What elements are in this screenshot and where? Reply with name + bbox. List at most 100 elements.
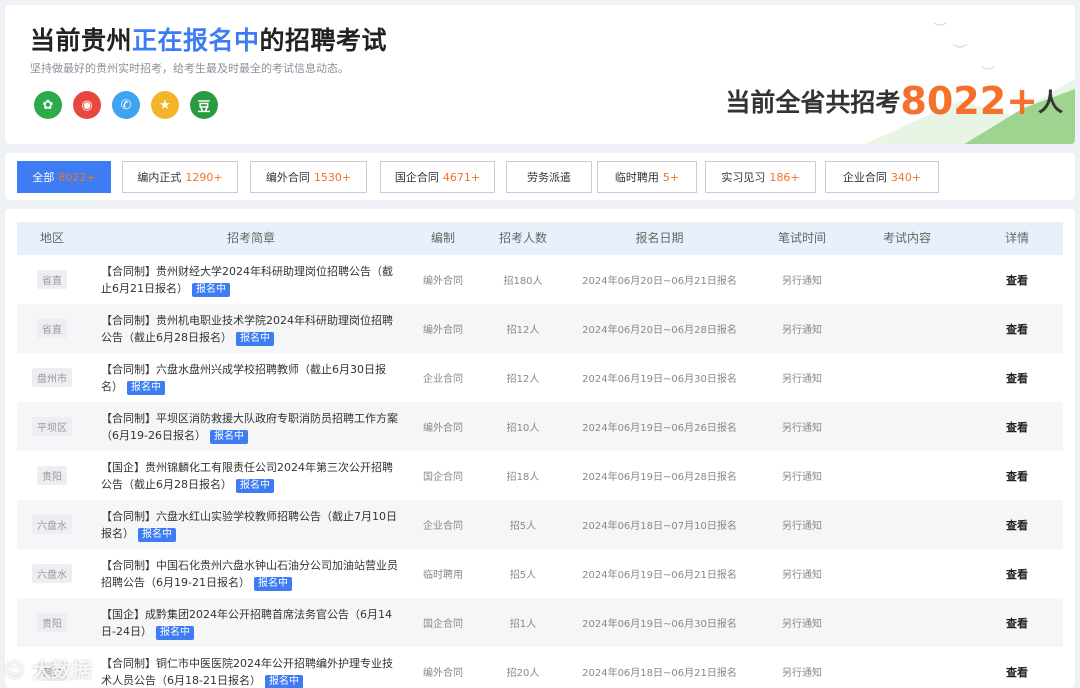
tab-filter[interactable]: 编外合同 1530+: [250, 161, 367, 193]
title-cell: 【合同制】铜仁市中医医院2024年公开招聘编外护理专业技术人员公告（6月18-2…: [101, 647, 401, 688]
contract-type-cell: 临时聘用: [417, 549, 469, 598]
column-header: 考试内容: [882, 231, 931, 245]
view-details-link[interactable]: 查看: [1006, 321, 1028, 337]
recruitment-table: 地区 招考简章 编制 招考人数 报名日期 笔试时间 考试内容 详情 省直 【合同制】贵州财经大学…: [5, 209, 1075, 688]
wechat-icon[interactable]: ✿: [34, 91, 62, 119]
table-row[interactable]: 省直 【合同制】贵州机电职业技术学院2024年科研助理岗位招聘公告（截止6月28日…: [17, 304, 1063, 353]
contract-type-cell: 国企合同: [417, 451, 469, 500]
tab-filter[interactable]: 实习见习 186+: [705, 161, 816, 193]
exam-time-cell: 另行通知: [757, 549, 847, 598]
table-row[interactable]: 六盘水 【合同制】中国石化贵州六盘水钟山石油分公司加油站营业员招聘公告（6月19-…: [17, 549, 1063, 598]
headcount-cell: 招12人: [487, 353, 559, 402]
headcount: 招18人: [506, 472, 540, 483]
contract-type-cell: 编外合同: [417, 647, 469, 688]
status-badge: 报名中: [155, 625, 194, 640]
tab-filter[interactable]: 编内正式 1290+: [122, 161, 238, 193]
listing-title-link[interactable]: 【合同制】铜仁市中医医院2024年公开招聘编外护理专业技术人员公告（6月18-2…: [101, 657, 393, 687]
column-header: 地区: [39, 231, 64, 245]
favorite-icon[interactable]: ★: [151, 91, 179, 119]
headcount: 招5人: [509, 570, 537, 581]
tab-count: 5+: [662, 170, 680, 184]
table-row[interactable]: 六盘水 【合同制】六盘水红山实验学校教师招聘公告（截止7月10日报名） 报名中 企业合…: [17, 500, 1063, 549]
exam-time: 另行通知: [782, 521, 822, 532]
headcount-cell: 招5人: [487, 500, 559, 549]
qq-icon[interactable]: ✆: [112, 91, 140, 119]
tab-filter[interactable]: 国企合同 4671+: [380, 161, 495, 193]
view-details-link[interactable]: 查看: [1006, 664, 1028, 680]
table-row[interactable]: 盘州市 【合同制】六盘水盘州兴成学校招聘教师（截止6月30日报名） 报名中 企业合同 招…: [17, 353, 1063, 402]
total-suffix: 人: [1037, 88, 1063, 117]
region-tag: 贵阳: [37, 466, 67, 485]
headcount: 招10人: [506, 423, 540, 434]
total-prefix: 当前全省共招考: [725, 88, 901, 117]
view-details-link[interactable]: 查看: [1006, 615, 1028, 631]
tab-filter[interactable]: 企业合同 340+: [825, 161, 939, 193]
tab-filter[interactable]: 临时聘用 5+: [597, 161, 697, 193]
headcount-cell: 招12人: [487, 304, 559, 353]
exam-time: 另行通知: [782, 276, 822, 287]
view-details-link[interactable]: 查看: [1006, 419, 1028, 435]
view-details-link-cell: 查看: [977, 353, 1057, 402]
exam-time: 另行通知: [782, 325, 822, 336]
contract-type: 企业合同: [423, 521, 463, 532]
title-suffix: 的招聘考试: [259, 26, 388, 55]
tab-label: 国企合同: [394, 171, 439, 184]
title-cell: 【国企】成黔集团2024年公开招聘首席法务官公告（6月14日-24日） 报名中: [101, 598, 401, 647]
view-details-link[interactable]: 查看: [1006, 370, 1028, 386]
column-header: 招考简章: [226, 231, 275, 245]
contract-type: 企业合同: [423, 374, 463, 385]
tab-count: 340+: [890, 170, 922, 184]
exam-time: 另行通知: [782, 570, 822, 581]
title-cell: 【国企】贵州锦麟化工有限责任公司2024年第三次公开招聘公告（截止6月28日报名…: [101, 451, 401, 500]
douban-icon[interactable]: 豆: [190, 91, 218, 119]
tab-filter[interactable]: 劳务派遣: [506, 161, 592, 193]
tab-label: 实习见习: [721, 171, 766, 184]
tab-label: 全部: [32, 171, 55, 184]
contract-type-cell: 企业合同: [417, 500, 469, 549]
contract-type: 国企合同: [423, 472, 463, 483]
table-row[interactable]: 铜仁 【合同制】铜仁市中医医院2024年公开招聘编外护理专业技术人员公告（6月18…: [17, 647, 1063, 688]
title-cell: 【合同制】六盘水红山实验学校教师招聘公告（截止7月10日报名） 报名中: [101, 500, 401, 549]
status-badge: 报名中: [253, 576, 292, 591]
tab-filter[interactable]: 全部 8022+: [17, 161, 111, 193]
headcount: 招12人: [506, 325, 540, 336]
tab-label: 临时聘用: [614, 171, 659, 184]
listing-title-link[interactable]: 【合同制】中国石化贵州六盘水钟山石油分公司加油站营业员招聘公告（6月19-21日…: [101, 559, 398, 589]
listing-title-block: 【合同制】六盘水盘州兴成学校招聘教师（截止6月30日报名） 报名中: [101, 361, 401, 395]
status-badge: 报名中: [209, 429, 248, 444]
tab-label: 劳务派遣: [527, 171, 571, 184]
title-highlight: 正在报名中: [132, 26, 260, 55]
total-count: 8022+: [900, 79, 1038, 123]
view-details-link[interactable]: 查看: [1006, 272, 1028, 288]
contract-type: 编外合同: [423, 276, 463, 287]
contract-type: 国企合同: [423, 619, 463, 630]
exam-time: 另行通知: [782, 668, 822, 679]
listing-title-link[interactable]: 【合同制】贵州财经大学2024年科研助理岗位招聘公告（截止6月21日报名）: [101, 265, 393, 295]
exam-time-cell: 另行通知: [757, 402, 847, 451]
table-row[interactable]: 贵阳 【国企】贵州锦麟化工有限责任公司2024年第三次公开招聘公告（截止6月28日…: [17, 451, 1063, 500]
weibo-icon[interactable]: ◉: [73, 91, 101, 119]
tab-count: 4671+: [442, 170, 481, 184]
headcount: 招5人: [509, 521, 537, 532]
page-title: 当前贵州正在报名中的招聘考试: [30, 21, 387, 57]
headcount-cell: 招20人: [487, 647, 559, 688]
headcount: 招180人: [503, 276, 543, 287]
registration-date-cell: 2024年06月18日~06月21日报名: [572, 647, 747, 688]
title-prefix: 当前贵州: [30, 26, 133, 55]
status-badge: 报名中: [236, 478, 274, 493]
view-details-link[interactable]: 查看: [1006, 517, 1028, 533]
listing-title-link[interactable]: 【国企】成黔集团2024年公开招聘首席法务官公告（6月14日-24日）: [101, 608, 392, 638]
view-details-link[interactable]: 查看: [1006, 566, 1028, 582]
table-row[interactable]: 贵阳 【国企】成黔集团2024年公开招聘首席法务官公告（6月14日-24日） 报名中…: [17, 598, 1063, 647]
table-row[interactable]: 省直 【合同制】贵州财经大学2024年科研助理岗位招聘公告（截止6月21日报名）报…: [17, 255, 1063, 304]
view-details-link[interactable]: 查看: [1006, 468, 1028, 484]
tab-count: 1530+: [313, 170, 352, 184]
registration-date: 2024年06月19日~06月30日报名: [582, 374, 737, 385]
registration-date: 2024年06月20日~06月21日报名: [582, 276, 737, 287]
column-header: 报名日期: [635, 231, 684, 245]
tab-label: 编外合同: [265, 171, 310, 184]
listing-title-link[interactable]: 【合同制】平坝区消防救援大队政府专职消防员招聘工作方案（6月19-26日报名）: [101, 412, 398, 442]
tab-count: 1290+: [185, 170, 223, 184]
bird-decoration: ︶: [933, 22, 947, 38]
table-row[interactable]: 平坝区 【合同制】平坝区消防救援大队政府专职消防员招聘工作方案（6月19-26日报…: [17, 402, 1063, 451]
